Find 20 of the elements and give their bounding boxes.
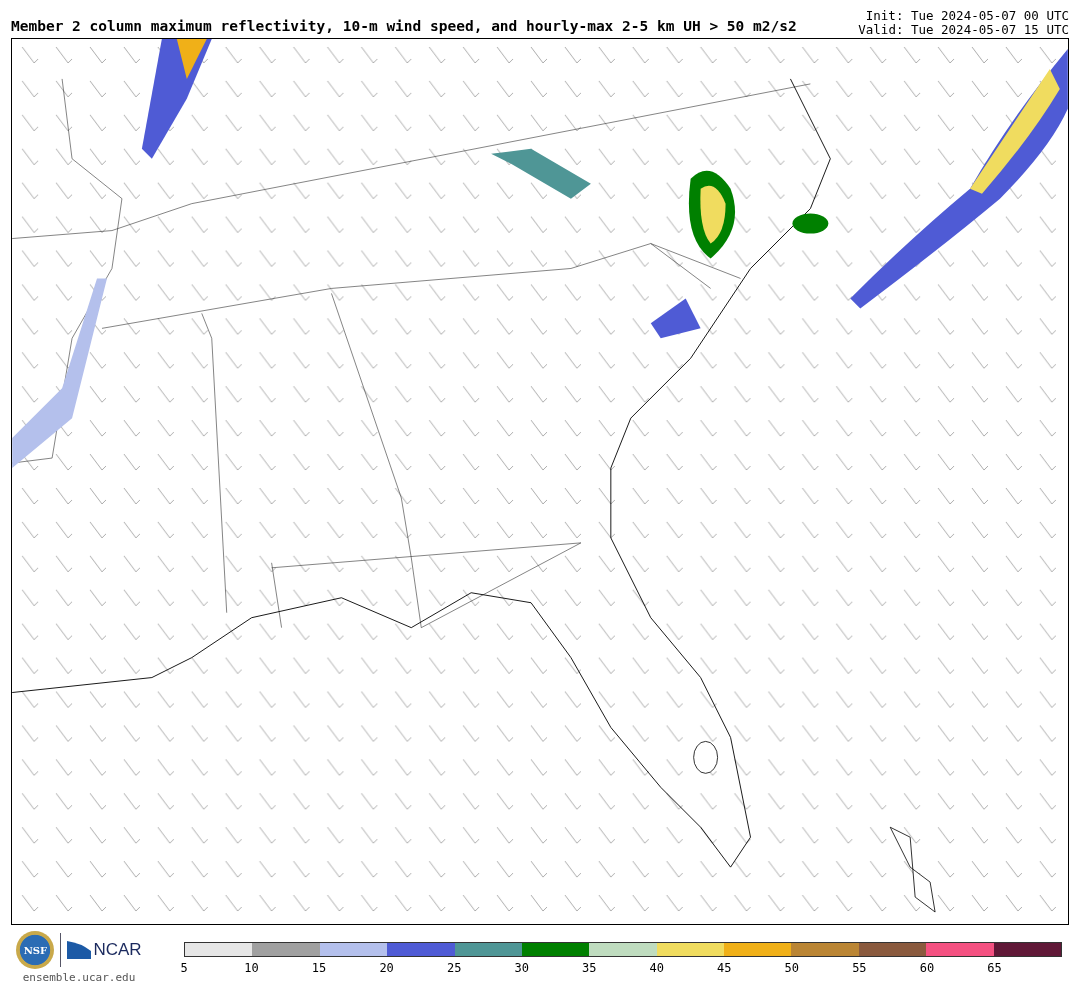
tick-label: 45: [717, 961, 732, 975]
tick-label: 30: [514, 961, 529, 975]
tick-label: 25: [446, 961, 462, 975]
tick-label: 35: [582, 961, 597, 975]
tick-label: 40: [649, 961, 664, 975]
nsf-logo: NSF: [16, 931, 55, 969]
ncar-logo: NCAR: [93, 940, 142, 960]
tick-label: 15: [311, 961, 327, 975]
tick-label: 50: [784, 961, 800, 975]
swoosh-icon: [67, 941, 92, 959]
tick-label: 10: [244, 961, 259, 975]
valid-time: Valid: Tue 2024-05-07 15 UTC: [858, 23, 1069, 37]
tick-label: 65: [987, 961, 1002, 975]
tick-label: 60: [919, 961, 935, 975]
tick-label: 5: [180, 961, 188, 975]
tick-label: 55: [852, 961, 867, 975]
chart-title: Member 2 column maximum reflectivity, 10-m wind speed, and hourly-max 2-5 km UH > 50 m2/s2: [11, 18, 797, 36]
init-time: Init: Tue 2024-05-07 00 UTC: [865, 9, 1069, 23]
site-url: ensemble.ucar.edu: [22, 971, 136, 984]
tick-label: 20: [379, 961, 394, 975]
